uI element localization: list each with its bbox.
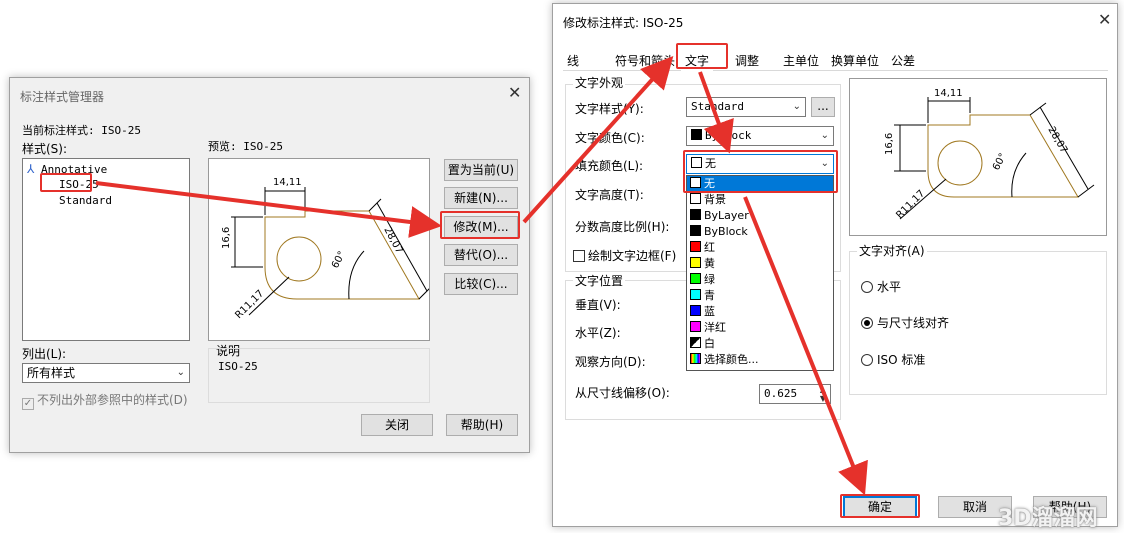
watermark: 3D溜溜网 [998, 506, 1098, 531]
annotation-arrows [95, 56, 868, 496]
